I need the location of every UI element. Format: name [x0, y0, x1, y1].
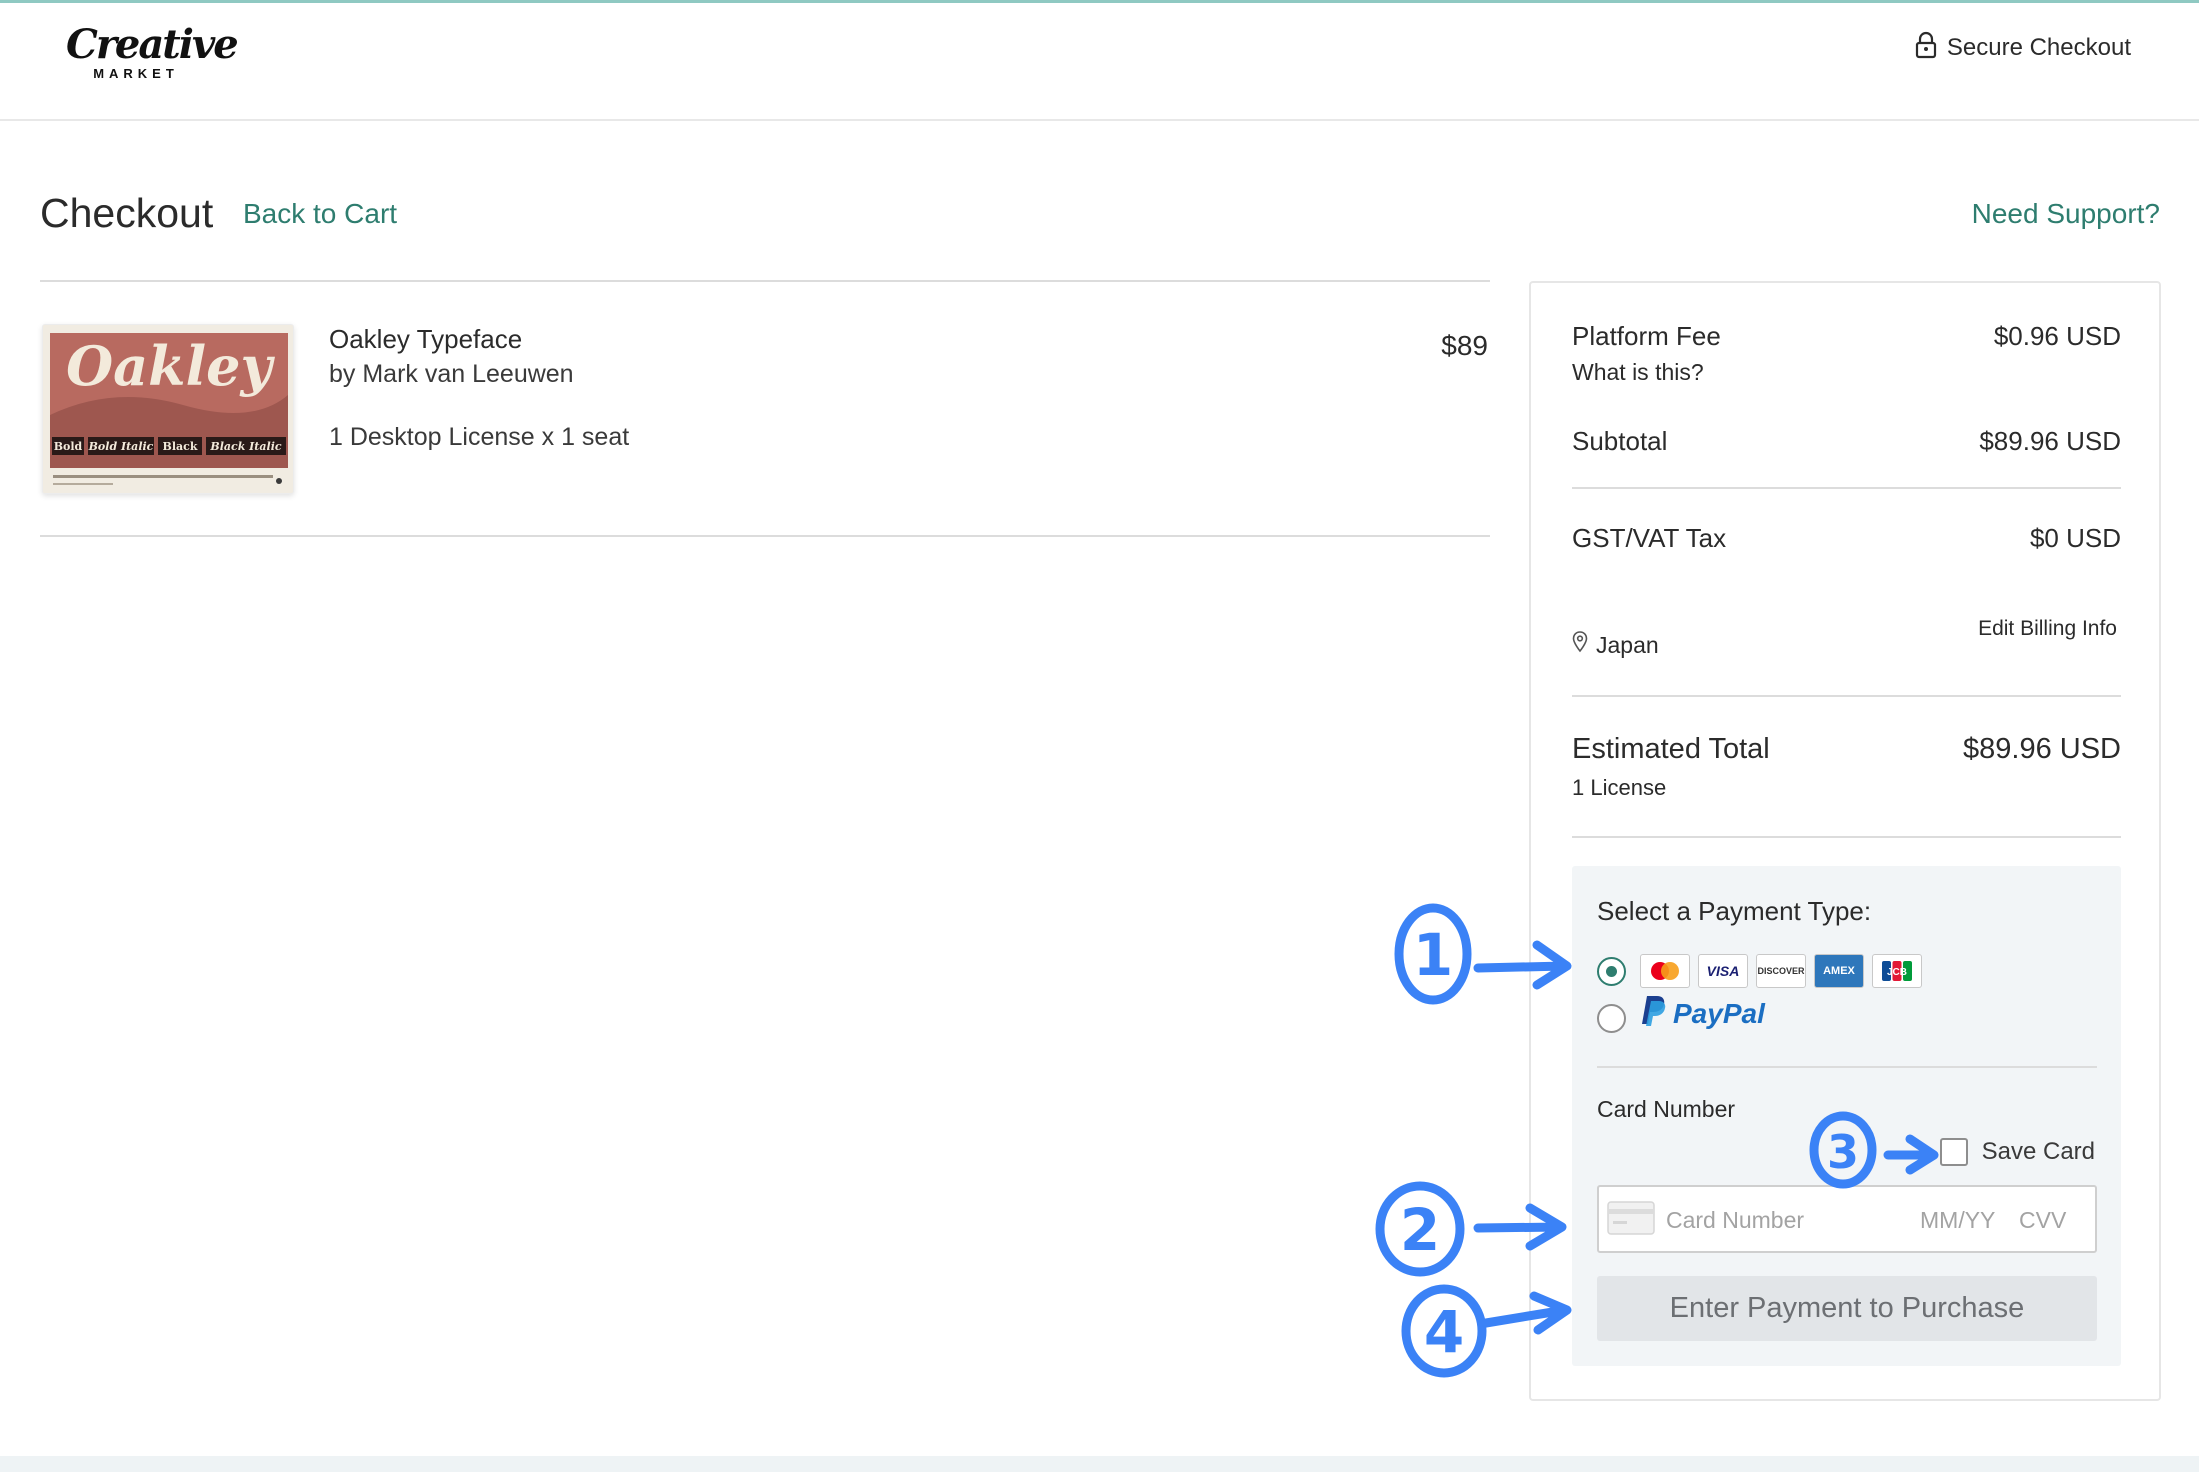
- item-license: 1 Desktop License x 1 seat: [329, 423, 630, 451]
- thumbnail-style-0: Bold: [54, 440, 83, 453]
- paypal-payment-radio[interactable]: [1597, 1004, 1626, 1033]
- need-support-link[interactable]: Need Support?: [1972, 198, 2160, 230]
- logo-wordmark: Creative: [66, 21, 239, 68]
- jcb-icon: JCB: [1872, 954, 1922, 988]
- platform-fee-label: Platform Fee: [1572, 321, 1721, 351]
- platform-fee-value: $0.96 USD: [1993, 321, 2121, 351]
- subtotal-row: Subtotal $89.96 USD: [1572, 426, 2121, 462]
- amex-icon: AMEX: [1814, 954, 1864, 988]
- subtotal-value: $89.96 USD: [1979, 426, 2121, 456]
- cart-item: Oakley Bold Bold Italic Black Black Ital…: [40, 280, 1490, 537]
- billing-country: Japan: [1596, 631, 1659, 658]
- location-pin-icon: [1572, 631, 1588, 659]
- billing-location: Japan: [1572, 631, 1659, 659]
- thumbnail-style-1: Bold Italic: [88, 440, 154, 453]
- lock-icon: [1915, 31, 1937, 66]
- site-header: Creative MARKET Secure Checkout: [0, 3, 2199, 121]
- tax-value: $0 USD: [2029, 523, 2121, 553]
- paypal-label: PayPal: [1673, 997, 1765, 1029]
- estimated-total-label: Estimated Total: [1572, 733, 1770, 765]
- card-details-input[interactable]: Card Number MM/YY CVV: [1597, 1185, 2097, 1253]
- mastercard-icon: [1640, 954, 1690, 988]
- annotation-number-4: 4: [1424, 1298, 1464, 1366]
- subtotal-label: Subtotal: [1572, 426, 1668, 456]
- annotation-number-1: 1: [1413, 921, 1453, 989]
- tax-row: GST/VAT Tax $0 USD: [1572, 523, 2121, 559]
- page-title: Checkout: [40, 190, 214, 236]
- card-number-placeholder[interactable]: Card Number: [1666, 1207, 1804, 1234]
- checkout-title-row: Checkout Back to Cart Need Support?: [40, 186, 2160, 246]
- item-name[interactable]: Oakley Typeface: [329, 324, 522, 355]
- item-price: $89: [1441, 330, 1488, 361]
- amex-label: AMEX: [1823, 965, 1855, 977]
- visa-label: VISA: [1706, 963, 1740, 979]
- card-payment-radio[interactable]: [1597, 957, 1626, 986]
- annotation-circle-1: [1394, 903, 1472, 1005]
- expiry-placeholder[interactable]: MM/YY: [1920, 1207, 1995, 1234]
- payment-divider: [1597, 1066, 2097, 1068]
- what-is-this-link[interactable]: What is this?: [1572, 359, 1704, 386]
- save-card-label: Save Card: [1981, 1138, 2095, 1165]
- visa-icon: VISA: [1698, 954, 1748, 988]
- platform-fee-row: Platform Fee $0.96 USD What is this?: [1572, 321, 2121, 401]
- tax-label: GST/VAT Tax: [1572, 523, 1727, 553]
- annotation-number-2: 2: [1400, 1196, 1440, 1264]
- summary-divider: [1572, 695, 2121, 697]
- discover-icon: DISCOVER: [1756, 954, 1806, 988]
- payment-panel: Select a Payment Type: VISA DISCOVER AME…: [1572, 866, 2121, 1366]
- credit-card-icon: [1607, 1201, 1655, 1240]
- back-to-cart-link[interactable]: Back to Cart: [243, 198, 397, 230]
- summary-divider: [1572, 836, 2121, 838]
- thumbnail-style-2: Black: [163, 440, 198, 453]
- payment-type-title: Select a Payment Type:: [1597, 896, 1872, 926]
- save-card-option[interactable]: Save Card: [1939, 1138, 2095, 1166]
- annotation-circle-4: [1401, 1284, 1487, 1378]
- estimated-total-value: $89.96 USD: [1963, 733, 2121, 765]
- secure-checkout-indicator: Secure Checkout: [1915, 31, 2131, 65]
- secure-checkout-label: Secure Checkout: [1946, 34, 2131, 61]
- creative-market-logo[interactable]: Creative MARKET: [66, 21, 239, 85]
- card-number-label: Card Number: [1597, 1096, 1736, 1122]
- paypal-icon: [1641, 994, 1667, 1033]
- estimated-total-row: Estimated Total $89.96 USD 1 License: [1572, 733, 2121, 813]
- license-count: 1 License: [1572, 775, 1667, 800]
- footer-band: [0, 1456, 2199, 1472]
- billing-location-row: Japan Edit Billing Info: [1572, 617, 2121, 661]
- purchase-button[interactable]: Enter Payment to Purchase: [1597, 1276, 2097, 1341]
- thumbnail-style-3: Black Italic: [209, 440, 281, 453]
- discover-label: DISCOVER: [1757, 966, 1805, 976]
- svg-text:JCB: JCB: [1887, 967, 1907, 978]
- cvv-placeholder[interactable]: CVV: [2019, 1207, 2066, 1234]
- item-author[interactable]: by Mark van Leeuwen: [329, 360, 574, 389]
- summary-divider: [1572, 487, 2121, 489]
- save-card-checkbox[interactable]: [1939, 1138, 1968, 1166]
- product-thumbnail[interactable]: Oakley Bold Bold Italic Black Black Ital…: [42, 324, 294, 494]
- thumbnail-title: Oakley: [66, 334, 275, 398]
- logo-subtext: MARKET: [93, 66, 179, 81]
- edit-billing-info-link[interactable]: Edit Billing Info: [1978, 617, 2117, 641]
- order-summary-panel: Platform Fee $0.96 USD What is this? Sub…: [1529, 281, 2161, 1401]
- annotation-circle-2: [1375, 1181, 1465, 1277]
- paypal-option[interactable]: PayPal: [1641, 994, 1765, 1033]
